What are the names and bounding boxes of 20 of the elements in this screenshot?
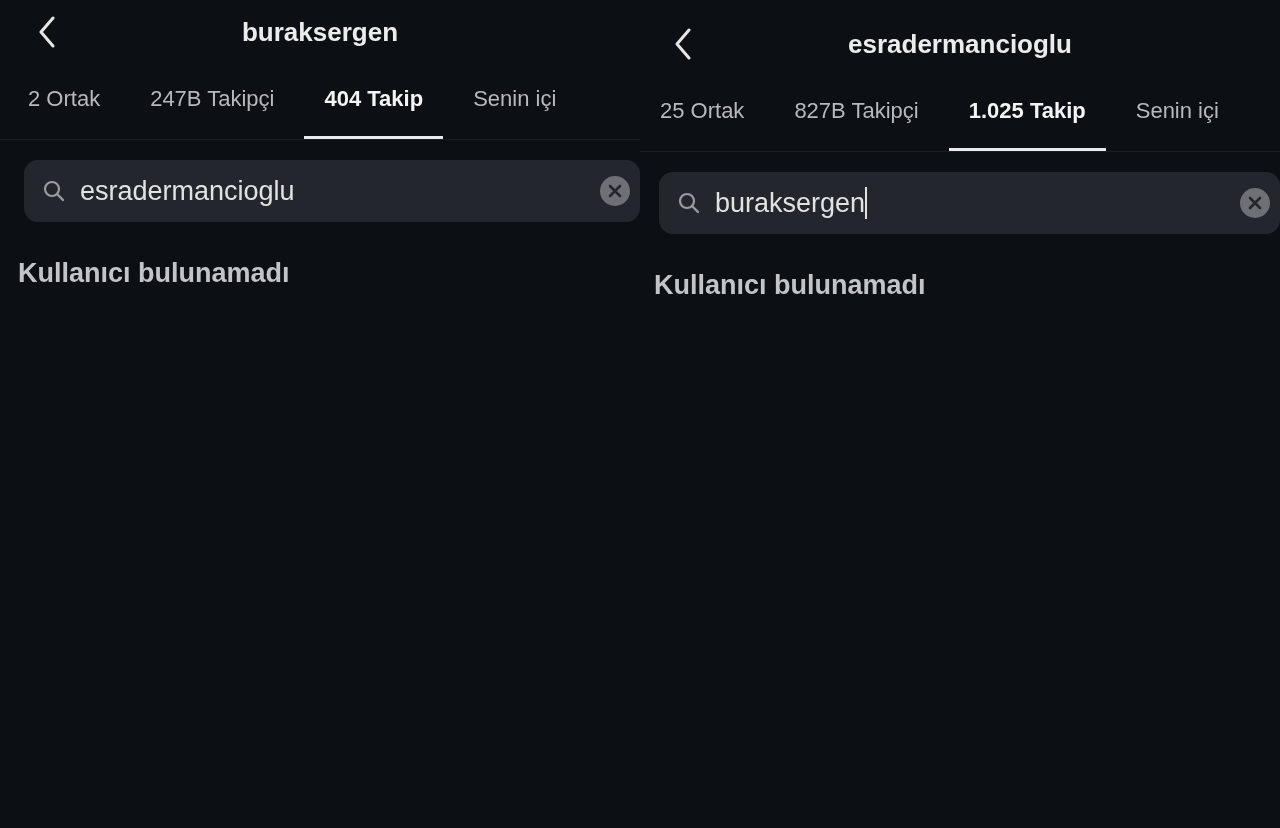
search-icon <box>677 191 701 215</box>
empty-message: Kullanıcı bulunamadı <box>654 270 927 301</box>
clear-icon[interactable] <box>600 176 630 206</box>
profile-username: esradermancioglu <box>848 28 1072 60</box>
profile-username: buraksergen <box>241 16 399 48</box>
profile-tab[interactable]: 1.025 Takip <box>948 90 1106 151</box>
profile-tab[interactable]: 827B Takipçi <box>774 90 939 151</box>
profile-tab[interactable]: 2 Ortak <box>8 78 121 139</box>
profile-tab[interactable]: Senin içi <box>1115 90 1239 151</box>
search-icon <box>42 179 66 203</box>
search-field[interactable]: buraksergen <box>659 172 1280 234</box>
profile-tab[interactable]: 25 Ortak <box>640 90 765 151</box>
profile-tab[interactable]: Senin içi <box>453 78 577 139</box>
search-field[interactable]: esradermancioglu <box>24 160 640 222</box>
profile-tab[interactable]: 247B Takipçi <box>130 78 295 139</box>
back-icon[interactable] <box>674 28 692 60</box>
empty-message: Kullanıcı bulunamadı <box>18 258 291 289</box>
clear-icon[interactable] <box>1240 188 1270 218</box>
profile-tab[interactable]: 404 Takip <box>304 78 444 139</box>
back-icon[interactable] <box>38 16 56 48</box>
